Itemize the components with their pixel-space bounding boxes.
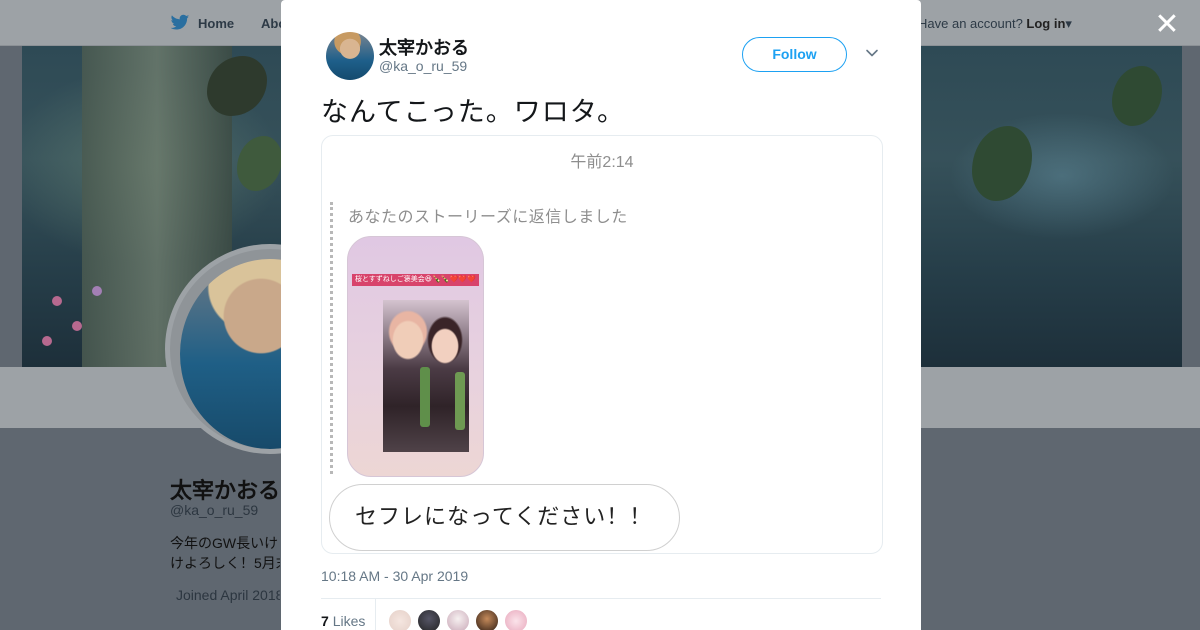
login-caret-icon[interactable]: ▾ bbox=[1065, 16, 1072, 31]
story-bottle bbox=[420, 367, 430, 427]
stats-separator bbox=[375, 599, 376, 630]
profile-bio: 今年のGW長いけど けよろしく！5月末 bbox=[170, 533, 280, 573]
dm-timestamp: 午前2:14 bbox=[570, 154, 634, 171]
profile-joined: Joined April 2018 bbox=[170, 587, 280, 603]
tweet-media-image[interactable]: 午前2:14 あなたのストーリーズに返信しました 桜とすずねしご褒美会😆🍾🍾❤️… bbox=[321, 135, 883, 554]
account-prompt: Have an account? bbox=[918, 16, 1023, 31]
banner-leaf bbox=[972, 126, 1032, 201]
profile-bio-line: けよろしく！5月末 bbox=[170, 555, 280, 571]
liker-avatar[interactable] bbox=[475, 609, 499, 630]
liker-avatar[interactable] bbox=[504, 609, 528, 630]
banner-flower bbox=[92, 286, 102, 296]
follow-button[interactable]: Follow bbox=[742, 37, 847, 72]
likes-stat[interactable]: 7 Likes bbox=[321, 613, 365, 629]
nav-login-area: Have an account? Log in▾ bbox=[918, 16, 1072, 32]
chevron-down-icon[interactable] bbox=[864, 45, 880, 61]
profile-bio-line: 今年のGW長いけど bbox=[170, 535, 280, 551]
dm-reply-label: あなたのストーリーズに返信しました bbox=[348, 209, 628, 226]
tweet-modal: 太宰かおる @ka_o_ru_59 Follow なんてこった。ワロタ。 午前2… bbox=[281, 0, 921, 630]
profile-name: 太宰かおる bbox=[170, 478, 280, 503]
banner-flower bbox=[52, 296, 62, 306]
nav-about-link[interactable]: About bbox=[261, 16, 281, 31]
banner-leaf bbox=[237, 136, 282, 191]
likes-label: Likes bbox=[332, 613, 366, 629]
dm-reply-thread-line bbox=[330, 202, 333, 474]
nav-home-link[interactable]: Home bbox=[170, 14, 234, 32]
story-thumbnail: 桜とすずねしご褒美会😆🍾🍾❤️❤️❤️ bbox=[347, 236, 484, 477]
dm-message-bubble: セフレになってください！！ bbox=[329, 484, 680, 551]
close-icon[interactable]: ✕ bbox=[1152, 10, 1182, 40]
nav-home-label: Home bbox=[198, 15, 235, 31]
author-avatar[interactable] bbox=[326, 32, 374, 80]
banner-flower bbox=[72, 321, 82, 331]
profile-joined-text: Joined April 2018 bbox=[176, 587, 280, 603]
story-bottle bbox=[455, 372, 465, 430]
liker-avatar[interactable] bbox=[388, 609, 412, 630]
twitter-bird-icon bbox=[170, 14, 190, 30]
tweet-text: なんてこった。ワロタ。 bbox=[321, 97, 625, 127]
author-handle[interactable]: @ka_o_ru_59 bbox=[379, 58, 467, 74]
likes-count: 7 bbox=[321, 613, 329, 629]
stats-divider bbox=[321, 598, 881, 599]
login-link[interactable]: Log in bbox=[1026, 16, 1065, 31]
banner-flower bbox=[42, 336, 52, 346]
liker-avatar[interactable] bbox=[446, 609, 470, 630]
banner-leaf bbox=[1112, 66, 1162, 126]
liker-avatars bbox=[388, 609, 528, 630]
tweet-timestamp[interactable]: 10:18 AM - 30 Apr 2019 bbox=[321, 568, 468, 584]
story-caption: 桜とすずねしご褒美会😆🍾🍾❤️❤️❤️ bbox=[352, 274, 479, 286]
liker-avatar[interactable] bbox=[417, 609, 441, 630]
profile-handle: @ka_o_ru_59 bbox=[170, 502, 259, 518]
author-name[interactable]: 太宰かおる bbox=[379, 34, 469, 60]
